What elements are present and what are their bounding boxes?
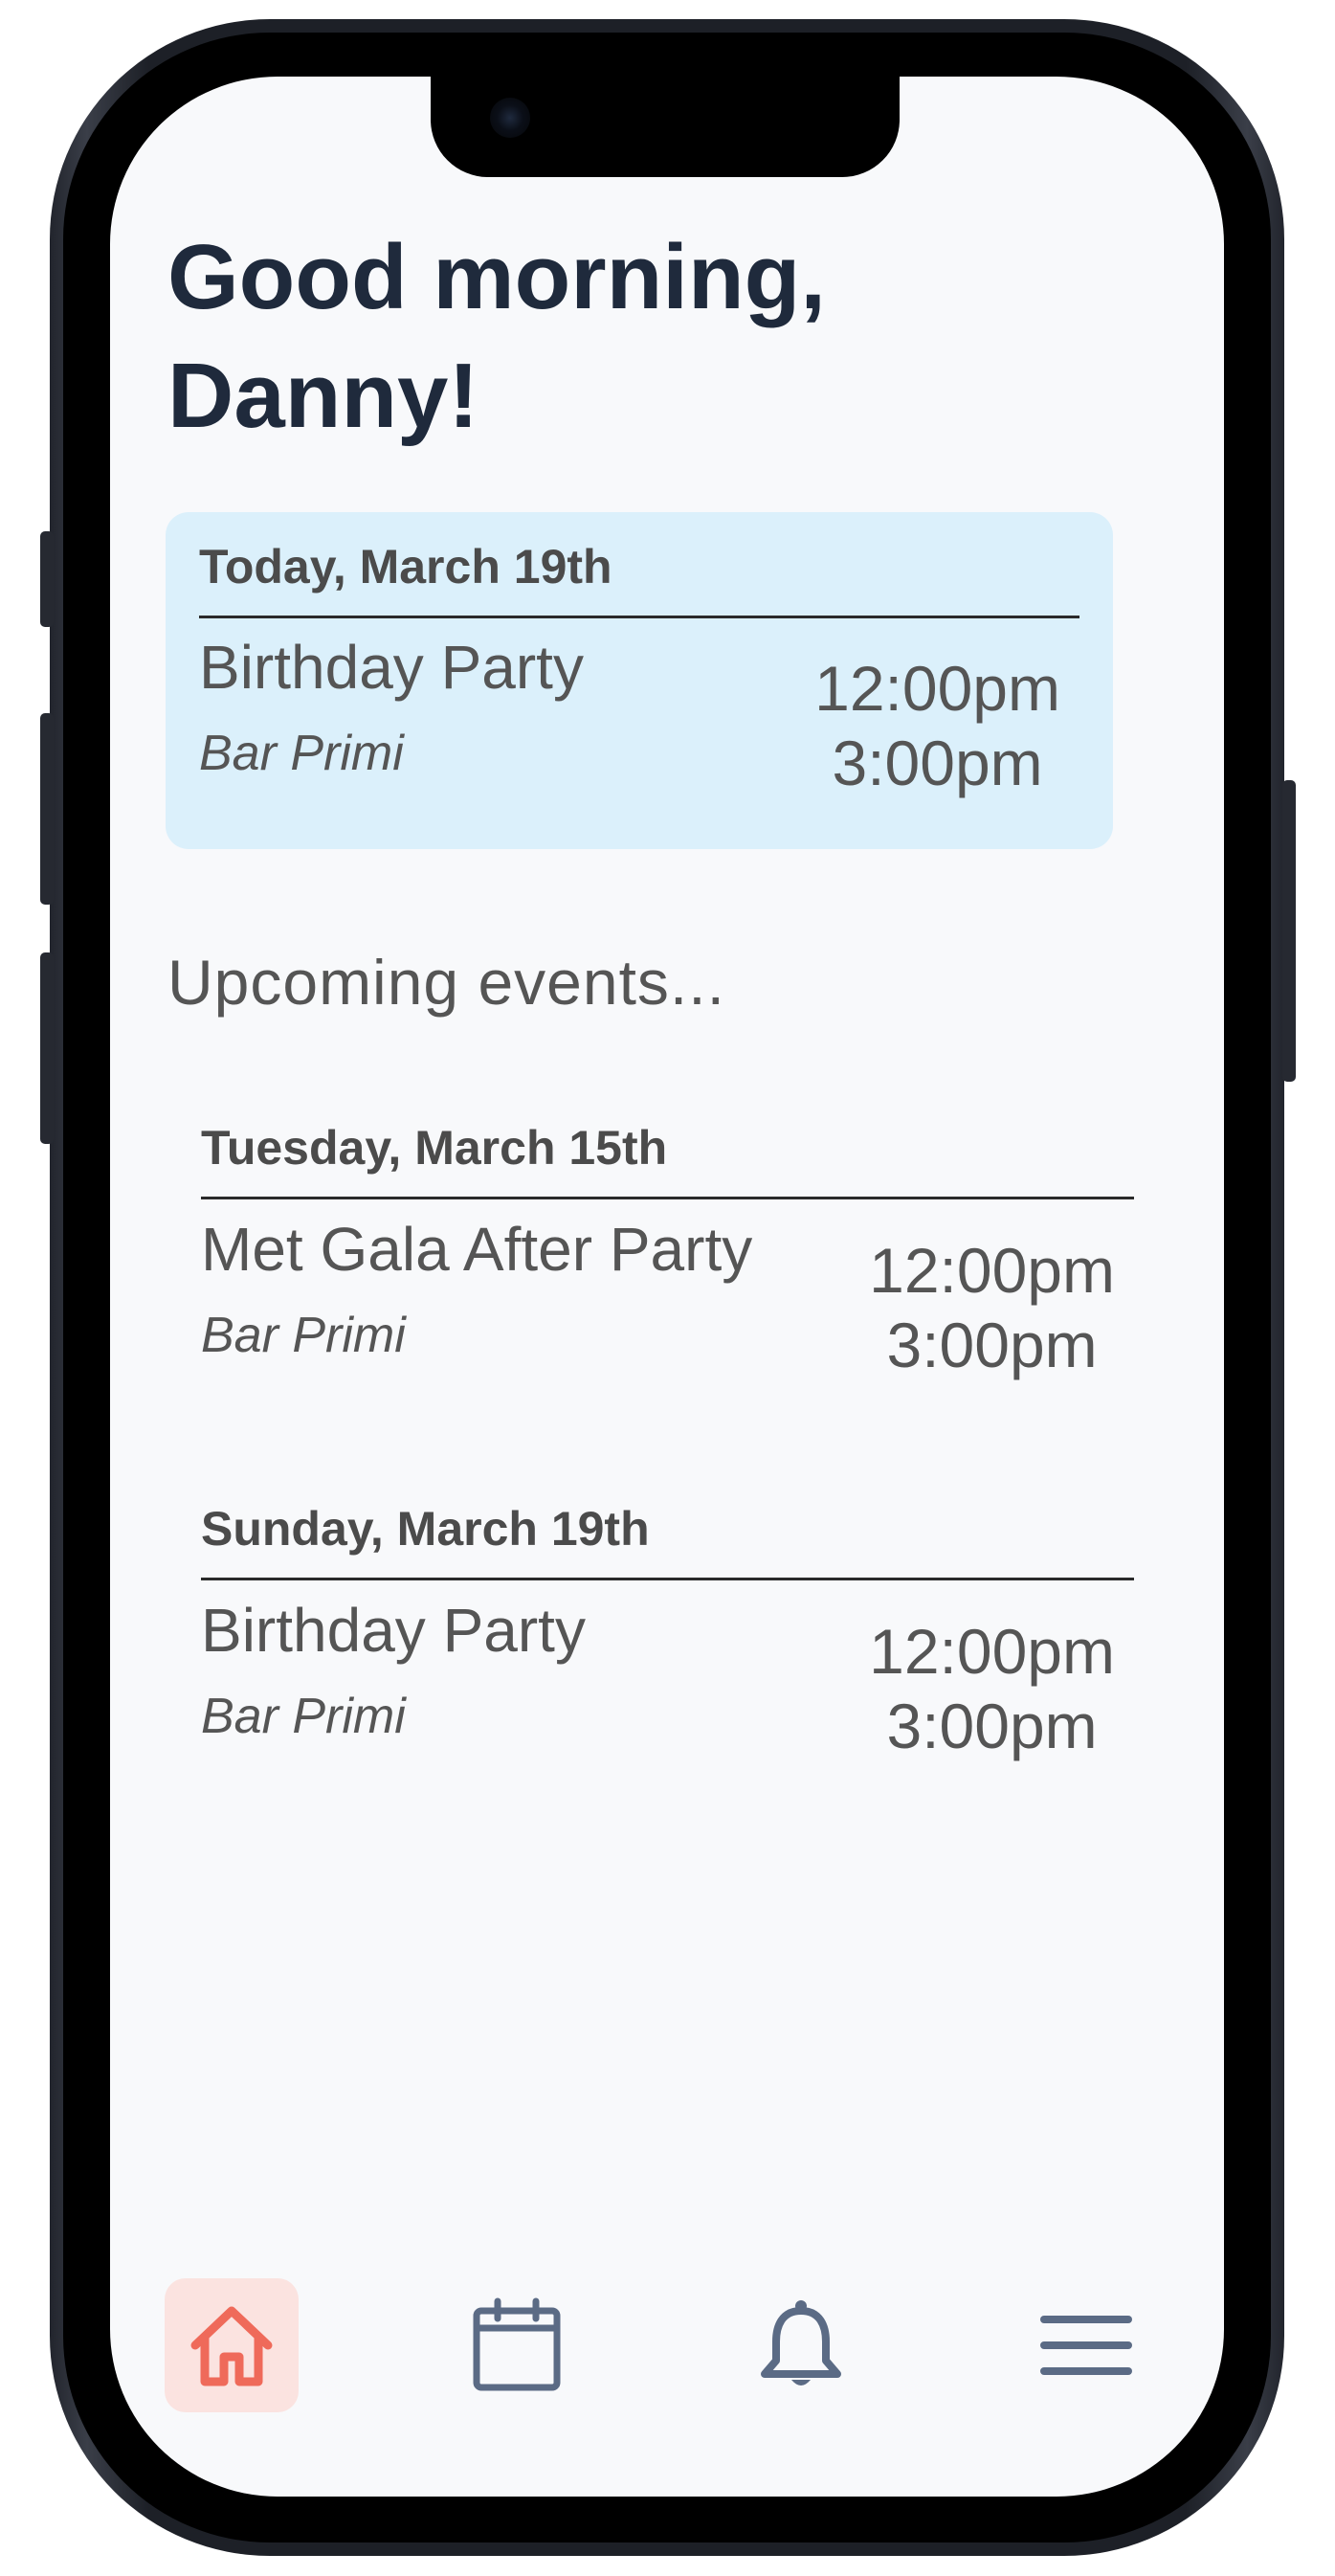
event-title: Met Gala After Party — [201, 1215, 753, 1284]
greeting-line-1: Good morning, — [167, 226, 826, 328]
volume-up-button — [40, 713, 54, 905]
calendar-icon — [473, 2297, 561, 2391]
event-date: Tuesday, March 15th — [201, 1121, 668, 1175]
today-date: Today, March 19th — [199, 540, 612, 594]
nav-menu-button[interactable] — [1019, 2278, 1153, 2412]
event-start-time: 12:00pm — [869, 1235, 1115, 1306]
home-icon — [190, 2306, 273, 2386]
event-date: Sunday, March 19th — [201, 1502, 650, 1556]
camera-notch — [431, 77, 900, 177]
app-screen: Good morning, Danny! Today, March 19th B… — [110, 77, 1224, 2497]
today-event-card[interactable]: Today, March 19th Birthday Party Bar Pri… — [166, 512, 1113, 849]
greeting-name: Danny! — [167, 345, 479, 447]
greeting-title: Good morning, Danny! — [167, 218, 1029, 456]
event-item[interactable]: Tuesday, March 15th Met Gala After Party… — [201, 1120, 1134, 1407]
today-end-time: 3:00pm — [832, 728, 1043, 798]
today-event-location: Bar Primi — [199, 726, 404, 781]
event-title: Birthday Party — [201, 1596, 586, 1665]
silent-switch — [40, 531, 54, 627]
event-times: 12:00pm 3:00pm — [869, 1614, 1115, 1763]
volume-down-button — [40, 952, 54, 1144]
event-end-time: 3:00pm — [886, 1691, 1098, 1761]
event-item[interactable]: Sunday, March 19th Birthday Party Bar Pr… — [201, 1501, 1134, 1788]
today-event-times: 12:00pm 3:00pm — [814, 651, 1060, 800]
bell-icon — [761, 2300, 841, 2386]
today-event-title: Birthday Party — [199, 633, 584, 702]
event-divider — [201, 1578, 1134, 1580]
nav-home-button[interactable] — [165, 2278, 299, 2412]
menu-icon — [1040, 2316, 1132, 2375]
front-camera — [490, 98, 530, 138]
event-start-time: 12:00pm — [869, 1616, 1115, 1687]
event-divider — [201, 1197, 1134, 1199]
today-divider — [199, 616, 1079, 618]
event-location: Bar Primi — [201, 1689, 406, 1744]
today-start-time: 12:00pm — [814, 653, 1060, 724]
event-times: 12:00pm 3:00pm — [869, 1233, 1115, 1382]
power-button — [1282, 780, 1296, 1082]
bottom-navigation — [110, 2278, 1224, 2431]
event-location: Bar Primi — [201, 1308, 406, 1363]
event-end-time: 3:00pm — [886, 1310, 1098, 1380]
nav-calendar-button[interactable] — [450, 2278, 584, 2412]
nav-notifications-button[interactable] — [734, 2278, 868, 2412]
upcoming-heading: Upcoming events... — [167, 947, 725, 1018]
